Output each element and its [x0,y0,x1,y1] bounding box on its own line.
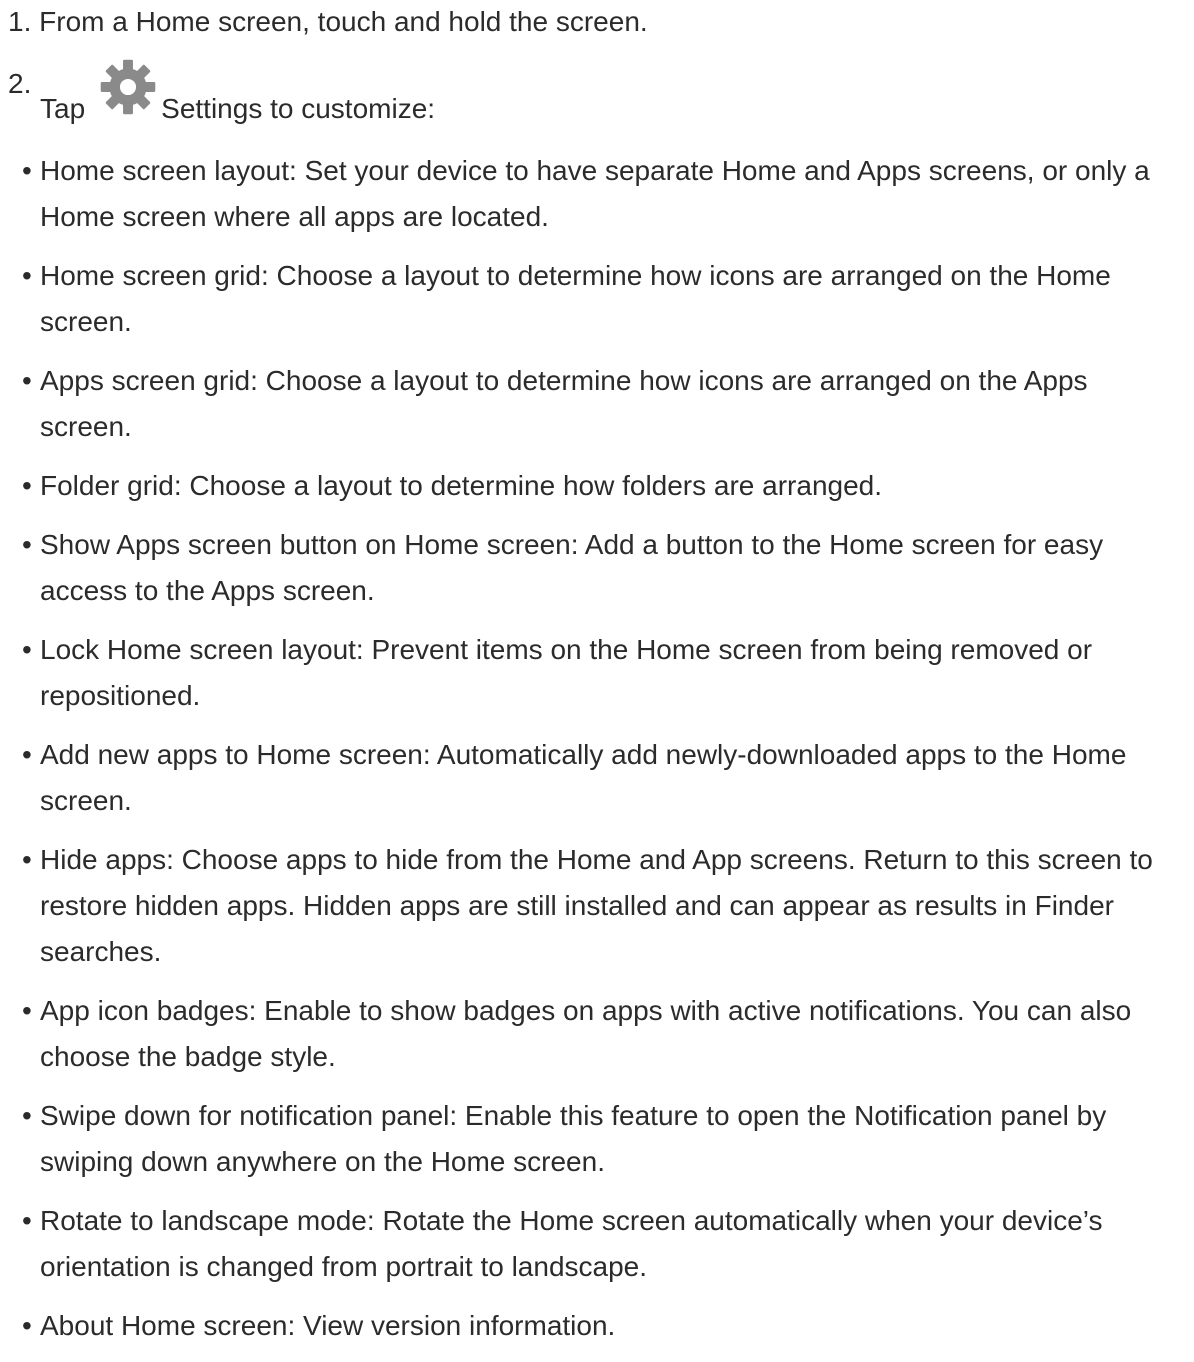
list-item: Hide apps: Choose apps to hide from the … [22,837,1187,975]
list-item: Add new apps to Home screen: Automatical… [22,732,1187,824]
list-item: Lock Home screen layout: Prevent items o… [22,627,1187,719]
step-1-text: From a Home screen, touch and hold the s… [39,6,648,37]
step-2-suffix: Settings to customize: [161,93,436,124]
gear-icon [95,56,161,118]
step-2: Tap Settings to customize: [40,59,436,148]
step-1-number: 1. [8,6,32,37]
settings-options-list: Home screen layout: Set your device to h… [22,148,1187,1362]
list-item: App icon badges: Enable to show badges o… [22,988,1187,1080]
list-item: Swipe down for notification panel: Enabl… [22,1093,1187,1185]
list-item: Home screen grid: Choose a layout to det… [22,253,1187,345]
list-item: About Home screen: View version informat… [22,1303,1187,1349]
list-item: Apps screen grid: Choose a layout to det… [22,358,1187,450]
step-2-prefix: Tap [40,93,86,124]
step-2-number: 2. [8,68,32,99]
list-item: Folder grid: Choose a layout to determin… [22,463,1187,509]
instructions-document: 1. From a Home screen, touch and hold th… [0,0,1194,1349]
list-item: Home screen layout: Set your device to h… [22,148,1187,240]
step-1: 1. From a Home screen, touch and hold th… [8,0,648,45]
list-item: Show Apps screen button on Home screen: … [22,522,1187,614]
list-item: Rotate to landscape mode: Rotate the Hom… [22,1198,1187,1290]
